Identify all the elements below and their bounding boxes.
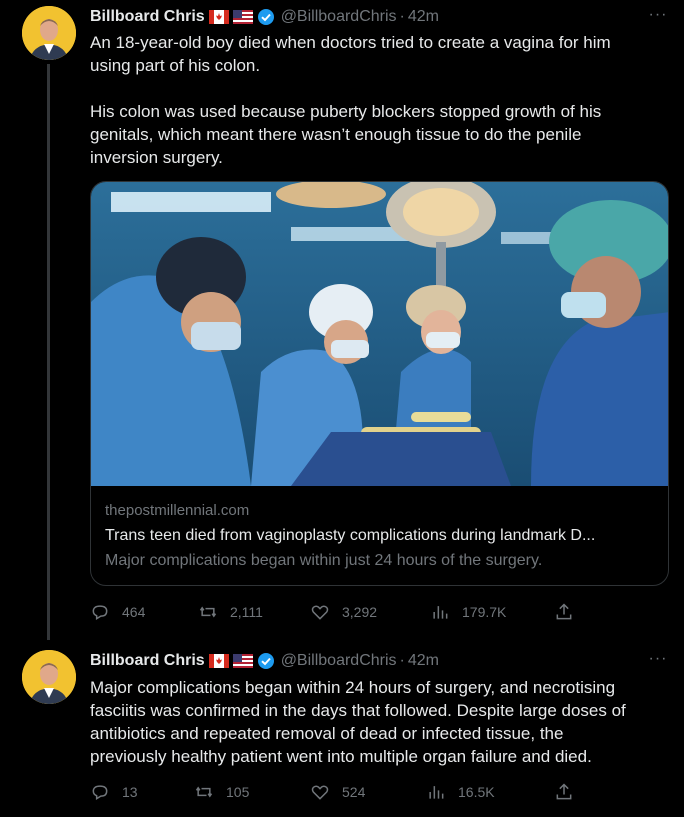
- views-count: 16.5K: [458, 784, 495, 800]
- us-flag-icon: [232, 654, 253, 668]
- views-chart-icon: [429, 786, 444, 799]
- tweet-text: An 18-year-old boy died when doctors tri…: [90, 31, 660, 169]
- more-options-icon[interactable]: ···: [648, 651, 668, 670]
- thread-line: [47, 64, 50, 640]
- verified-badge-icon: [257, 652, 275, 670]
- card-description: Major complications began within just 24…: [105, 552, 543, 569]
- like-count: 524: [342, 784, 366, 800]
- reply-count: 464: [122, 604, 146, 620]
- tweet-text-line: previously healthy patient went into mul…: [90, 747, 592, 766]
- canada-flag-icon: [208, 10, 229, 24]
- link-card[interactable]: thepostmillennial.com Trans teen died fr…: [90, 181, 669, 586]
- tweet[interactable]: Billboard Chris @BillboardChris · 42m ··…: [0, 640, 684, 817]
- author-handle[interactable]: @BillboardChris: [281, 652, 397, 670]
- tweet-text-line: inversion surgery.: [90, 148, 223, 167]
- tweet-text-blank-line: [90, 77, 660, 100]
- views-button[interactable]: 179.7K: [430, 601, 506, 623]
- share-button[interactable]: [554, 781, 586, 803]
- tweet-text-line: Major complications began within 24 hour…: [90, 678, 616, 697]
- tweet-text-line: genitals, which meant there wasn’t enoug…: [90, 125, 582, 144]
- views-count: 179.7K: [462, 604, 507, 620]
- share-button[interactable]: [554, 601, 586, 623]
- verified-badge-icon: [257, 8, 275, 26]
- heart-icon: [311, 785, 329, 800]
- heart-icon: [311, 605, 329, 620]
- card-domain: thepostmillennial.com: [105, 502, 250, 519]
- share-icon: [556, 783, 572, 800]
- like-button[interactable]: 524: [310, 781, 365, 803]
- repost-count: 105: [226, 784, 250, 800]
- reply-count: 13: [122, 784, 138, 800]
- tweet-text-line: An 18-year-old boy died when doctors tri…: [90, 33, 611, 52]
- repost-icon: [199, 606, 217, 618]
- share-icon: [556, 603, 572, 620]
- repost-button[interactable]: 2,111: [198, 601, 263, 623]
- tweet-header: Billboard Chris @BillboardChris · 42m: [90, 5, 439, 29]
- tweet-time[interactable]: 42m: [408, 652, 439, 670]
- card-title[interactable]: Trans teen died from vaginoplasty compli…: [105, 527, 595, 545]
- author-avatar[interactable]: [22, 6, 76, 60]
- views-button[interactable]: 16.5K: [426, 781, 495, 803]
- tweet-actions: 464 2,111 3,292 179.7K: [90, 601, 580, 623]
- views-chart-icon: [433, 606, 448, 619]
- reply-icon: [92, 785, 108, 800]
- repost-button[interactable]: 105: [194, 781, 249, 803]
- author-name[interactable]: Billboard Chris: [90, 652, 205, 670]
- repost-count: 2,111: [230, 604, 263, 620]
- author-avatar[interactable]: [22, 650, 76, 704]
- separator-dot: ·: [399, 8, 405, 25]
- separator-dot: ·: [399, 652, 405, 669]
- tweet-text-line: His colon was used because puberty block…: [90, 102, 602, 121]
- tweet-text-line: antibiotics and repeated removal of dead…: [90, 724, 564, 743]
- like-button[interactable]: 3,292: [310, 601, 377, 623]
- tweet-text-line: using part of his colon.: [90, 56, 261, 75]
- reply-icon: [92, 605, 108, 620]
- like-count: 3,292: [342, 604, 378, 620]
- tweet-header: Billboard Chris @BillboardChris · 42m: [90, 649, 439, 673]
- author-handle[interactable]: @BillboardChris: [281, 8, 397, 26]
- tweet-text-line: fasciitis was confirmed in the days that…: [90, 701, 626, 720]
- tweet[interactable]: Billboard Chris @BillboardChris · 42m ··…: [0, 0, 684, 640]
- more-options-icon[interactable]: ···: [648, 7, 668, 26]
- tweet-text: Major complications began within 24 hour…: [90, 676, 660, 768]
- tweet-actions: 13 105 524 16.5K: [90, 781, 580, 803]
- repost-icon: [195, 786, 213, 798]
- us-flag-icon: [232, 10, 253, 24]
- reply-button[interactable]: 13: [90, 781, 138, 803]
- author-name[interactable]: Billboard Chris: [90, 8, 205, 26]
- reply-button[interactable]: 464: [90, 601, 145, 623]
- surgery-photo-image[interactable]: [91, 182, 668, 486]
- canada-flag-icon: [208, 654, 229, 668]
- tweet-time[interactable]: 42m: [408, 8, 439, 26]
